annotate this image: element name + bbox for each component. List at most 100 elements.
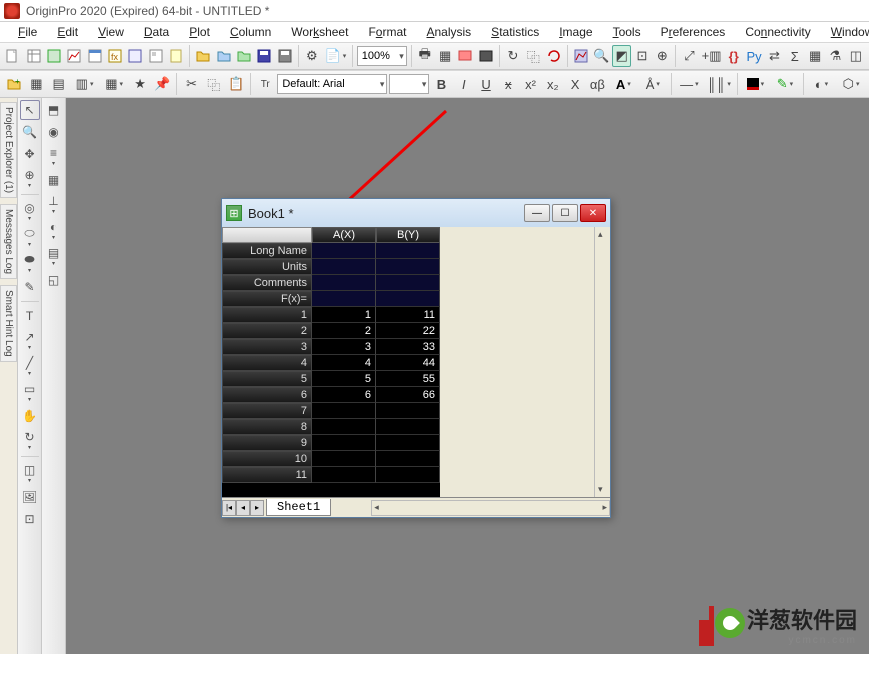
anti-alias-button[interactable]: ⬒ — [44, 100, 64, 120]
text-tool[interactable]: T — [20, 306, 40, 326]
vertical-scrollbar[interactable] — [594, 227, 610, 497]
cell[interactable] — [376, 275, 440, 291]
menu-window[interactable]: Window — [823, 23, 869, 41]
paste-button[interactable]: 📋 — [226, 73, 246, 95]
cell[interactable]: 66 — [376, 387, 440, 403]
print-button[interactable]: 🖶 — [416, 45, 434, 67]
row-header[interactable]: 10 — [222, 451, 312, 467]
rectangle-tool[interactable]: ▭ — [20, 380, 40, 404]
python-button[interactable]: Py — [745, 45, 763, 67]
superscript-button[interactable]: x² — [520, 73, 540, 95]
row-header[interactable]: 11 — [222, 467, 312, 483]
open-excel-button[interactable] — [235, 45, 253, 67]
menu-format[interactable]: Format — [360, 23, 414, 41]
row-header[interactable]: 7 — [222, 403, 312, 419]
matrix-template-button[interactable]: ▦ — [100, 73, 128, 95]
projection-button[interactable]: ◱ — [44, 270, 64, 290]
new-folder-button[interactable]: + — [4, 73, 24, 95]
code-builder-button[interactable]: {} — [725, 45, 743, 67]
zoom-combo[interactable]: 100% — [357, 46, 407, 66]
row-header[interactable]: 8 — [222, 419, 312, 435]
cut-button[interactable]: ✂ — [181, 73, 201, 95]
cell[interactable] — [312, 291, 376, 307]
angstrom-button[interactable]: Å — [639, 73, 667, 95]
pan-tool[interactable]: ✋ — [20, 406, 40, 426]
cell[interactable] — [312, 403, 376, 419]
menu-edit[interactable]: Edit — [49, 23, 86, 41]
cell[interactable]: 5 — [312, 371, 376, 387]
menu-preferences[interactable]: Preferences — [653, 23, 734, 41]
pointer-tool[interactable]: ↖ — [20, 100, 40, 120]
save-button[interactable] — [255, 45, 273, 67]
new-excel-button[interactable] — [45, 45, 63, 67]
rescale-button[interactable]: ⤢ — [680, 45, 698, 67]
sheet-nav-first[interactable]: |◂ — [222, 500, 236, 516]
cell[interactable]: 4 — [312, 355, 376, 371]
smart-hint-log-tab[interactable]: Smart Hint Log — [0, 285, 17, 362]
menu-worksheet[interactable]: Worksheet — [283, 23, 356, 41]
maximize-button[interactable]: ☐ — [552, 204, 578, 222]
new-workbook-button[interactable] — [24, 45, 42, 67]
recalculate-button[interactable] — [545, 45, 563, 67]
minimize-button[interactable]: — — [524, 204, 550, 222]
copy-button[interactable]: ⿻ — [204, 73, 224, 95]
insert-graph-tool[interactable]: ◫ — [20, 461, 40, 485]
column-b-header[interactable]: B(Y) — [376, 227, 440, 243]
table-button[interactable]: ▦ — [806, 45, 824, 67]
slide-button[interactable] — [456, 45, 474, 67]
units-label[interactable]: Units — [222, 259, 312, 275]
line-style-button[interactable]: — — [676, 73, 704, 95]
menu-statistics[interactable]: Statistics — [483, 23, 547, 41]
menu-view[interactable]: View — [90, 23, 132, 41]
movie-button[interactable] — [477, 45, 495, 67]
menu-file[interactable]: File — [10, 23, 45, 41]
cell[interactable]: 6 — [312, 387, 376, 403]
transfer-button[interactable]: ⇄ — [765, 45, 783, 67]
cell[interactable] — [376, 403, 440, 419]
duplicate-button[interactable]: ⿻ — [524, 45, 542, 67]
subscript-button[interactable]: x₂ — [543, 73, 563, 95]
cell[interactable]: 22 — [376, 323, 440, 339]
data-selector-tool[interactable]: ◎ — [20, 199, 40, 223]
mask-tool[interactable]: ⬭ — [20, 225, 40, 249]
font-color-button[interactable]: A — [609, 73, 637, 95]
workbook-window[interactable]: Book1 * — ☐ ✕ A(X) B(Y) Long Name Units … — [221, 198, 611, 518]
favorites-button[interactable]: ★ — [130, 73, 150, 95]
gadget-button[interactable]: ◩ — [612, 45, 630, 67]
screen-reader-tool[interactable]: ✥ — [20, 144, 40, 164]
import-ascii-button[interactable]: 📄 — [323, 45, 348, 67]
row-header[interactable]: 3 — [222, 339, 312, 355]
fit-button[interactable]: ⊡ — [633, 45, 651, 67]
refresh-button[interactable]: ↻ — [504, 45, 522, 67]
insert-image-tool[interactable]: 🖼 — [20, 487, 40, 507]
arrow-tool[interactable]: ↗ — [20, 328, 40, 352]
menu-analysis[interactable]: Analysis — [418, 23, 479, 41]
find-button[interactable]: 🔍 — [592, 45, 610, 67]
messages-log-tab[interactable]: Messages Log — [0, 204, 17, 279]
menu-data[interactable]: Data — [136, 23, 177, 41]
cell[interactable] — [312, 275, 376, 291]
cell[interactable] — [376, 435, 440, 451]
new-layout-button[interactable] — [147, 45, 165, 67]
stats-button[interactable]: Σ — [786, 45, 804, 67]
cell[interactable]: 2 — [312, 323, 376, 339]
workbook-titlebar[interactable]: Book1 * — ☐ ✕ — [222, 199, 610, 227]
data-reader-tool[interactable]: ⊕ — [20, 166, 40, 190]
axis-button[interactable]: ⊥ — [44, 192, 64, 216]
select-all-corner[interactable] — [222, 227, 312, 243]
region-tool[interactable]: ⬬ — [20, 251, 40, 275]
marker-button[interactable]: ⬡ — [837, 73, 865, 95]
cell[interactable] — [376, 291, 440, 307]
open-button[interactable] — [194, 45, 212, 67]
row-header[interactable]: 6 — [222, 387, 312, 403]
bold-button[interactable]: B — [431, 73, 451, 95]
rotate-tool[interactable]: ↻ — [20, 428, 40, 452]
cell[interactable] — [376, 451, 440, 467]
zoom-tool[interactable]: 🔍 — [20, 122, 40, 142]
template-button[interactable]: ▤ — [49, 73, 69, 95]
fx-label[interactable]: F(x)= — [222, 291, 312, 307]
row-header[interactable]: 2 — [222, 323, 312, 339]
font-name-combo[interactable]: Default: Arial — [277, 74, 387, 94]
line-width-button[interactable]: ║║ — [705, 73, 733, 95]
zoom-in-button[interactable]: ⊕ — [653, 45, 671, 67]
